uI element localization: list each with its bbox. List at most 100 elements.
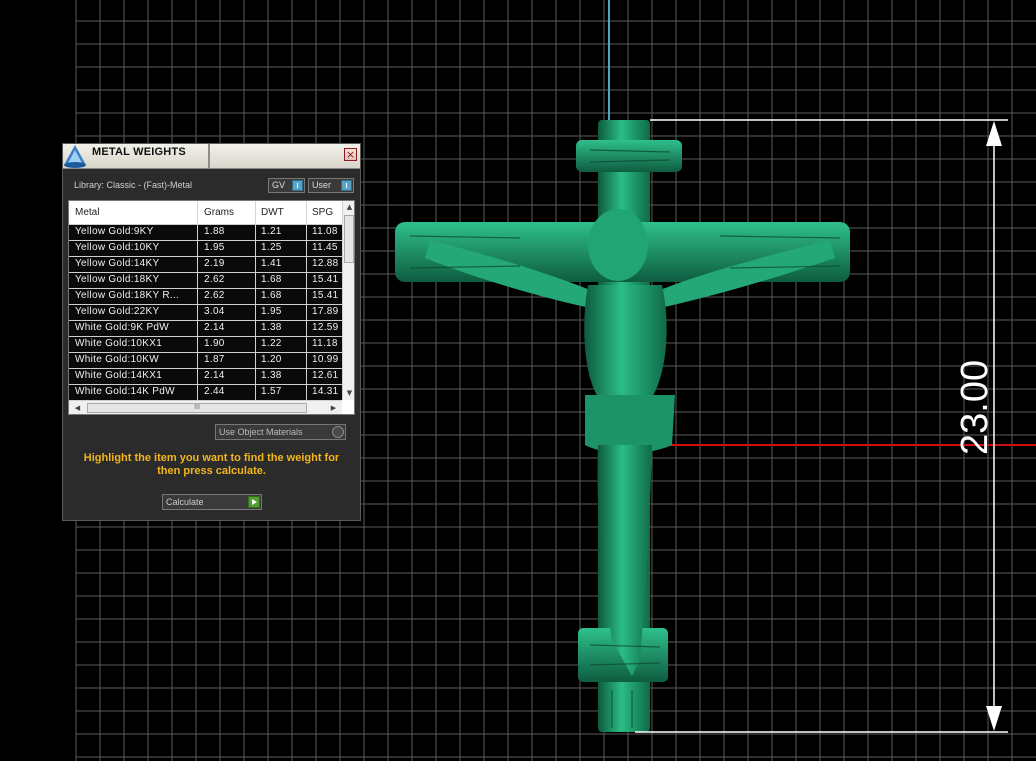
- cell-metal: Yellow Gold:22KY: [75, 306, 160, 317]
- cell-dwt: 1.20: [261, 354, 282, 365]
- metal-table[interactable]: Metal Grams DWT SPG Yellow Gold:9KY 1.88 1…: [68, 200, 355, 415]
- cell-divider: [255, 337, 256, 352]
- cell-divider: [255, 257, 256, 272]
- cell-divider: [197, 385, 198, 400]
- vertical-scrollbar[interactable]: ▲ ▼: [342, 201, 354, 400]
- scroll-up-icon[interactable]: ▲: [343, 201, 354, 213]
- cell-divider: [306, 385, 307, 400]
- scroll-right-icon[interactable]: ▶: [327, 402, 340, 414]
- cell-metal: White Gold:10KX1: [75, 338, 163, 349]
- horizontal-scroll-thumb[interactable]: III: [87, 403, 307, 413]
- cell-divider: [197, 273, 198, 288]
- scroll-down-icon[interactable]: ▼: [343, 387, 354, 399]
- column-divider: [306, 201, 307, 224]
- table-row[interactable]: White Gold:14KX1 2.14 1.38 12.61: [69, 369, 342, 385]
- cell-spg: 12.61: [312, 370, 339, 381]
- cell-divider: [197, 241, 198, 256]
- cell-spg: 14.31: [312, 386, 339, 397]
- column-header-spg[interactable]: SPG: [312, 207, 333, 218]
- cell-dwt: 1.41: [261, 258, 282, 269]
- cell-divider: [255, 225, 256, 240]
- column-header-dwt[interactable]: DWT: [261, 207, 284, 218]
- cell-spg: 11.18: [312, 338, 338, 349]
- column-divider: [197, 201, 198, 224]
- cell-grams: 2.19: [204, 258, 225, 269]
- table-row[interactable]: Yellow Gold:18KY R... 2.62 1.68 15.41: [69, 289, 342, 305]
- cell-grams: 1.87: [204, 354, 225, 365]
- cell-spg: 17.89: [312, 306, 339, 317]
- column-header-grams[interactable]: Grams: [204, 207, 234, 218]
- calculate-button-label: Calculate: [166, 497, 204, 507]
- cell-spg: 15.41: [312, 274, 339, 285]
- table-row[interactable]: Yellow Gold:9KY 1.88 1.21 11.08: [69, 225, 342, 241]
- column-header-metal[interactable]: Metal: [75, 207, 99, 218]
- gv-toggle[interactable]: GV: [268, 178, 305, 193]
- cell-divider: [255, 305, 256, 320]
- cell-dwt: 1.95: [261, 306, 282, 317]
- cell-spg: 11.45: [312, 242, 338, 253]
- materials-select-label: Use Object Materials: [219, 427, 303, 437]
- cell-divider: [306, 369, 307, 384]
- calculate-button[interactable]: Calculate: [162, 494, 262, 510]
- table-row[interactable]: Yellow Gold:18KY 2.62 1.68 15.41: [69, 273, 342, 289]
- table-row[interactable]: White Gold:9K PdW 2.14 1.38 12.59: [69, 321, 342, 337]
- cell-divider: [255, 369, 256, 384]
- cell-divider: [197, 369, 198, 384]
- table-row[interactable]: White Gold:10KX1 1.90 1.22 11.18: [69, 337, 342, 353]
- cell-divider: [255, 289, 256, 304]
- dialog-title: METAL WEIGHTS: [92, 146, 186, 158]
- cell-grams: 1.90: [204, 338, 225, 349]
- cell-dwt: 1.38: [261, 370, 282, 381]
- close-icon[interactable]: ×: [344, 148, 357, 161]
- instruction-text: Highlight the item you want to find the …: [83, 452, 340, 477]
- cell-metal: White Gold:10KW: [75, 354, 159, 365]
- cell-divider: [306, 353, 307, 368]
- crucifix-model[interactable]: [395, 120, 850, 732]
- cell-divider: [306, 337, 307, 352]
- cell-dwt: 1.38: [261, 322, 282, 333]
- cell-spg: 10.99: [312, 354, 339, 365]
- cell-divider: [197, 289, 198, 304]
- cell-grams: 2.44: [204, 386, 225, 397]
- scroll-left-icon[interactable]: ◀: [71, 402, 84, 414]
- cell-grams: 1.95: [204, 242, 225, 253]
- metal-weights-dialog[interactable]: METAL WEIGHTS × Library: Classic - (Fast…: [62, 143, 361, 521]
- cell-grams: 2.14: [204, 322, 225, 333]
- horizontal-scrollbar[interactable]: ◀ III ▶: [69, 400, 342, 414]
- cell-divider: [306, 321, 307, 336]
- cell-spg: 12.88: [312, 258, 339, 269]
- play-icon[interactable]: [248, 496, 260, 508]
- user-toggle[interactable]: User: [308, 178, 354, 193]
- table-row[interactable]: Yellow Gold:10KY 1.95 1.25 11.45: [69, 241, 342, 257]
- cell-divider: [306, 241, 307, 256]
- table-body: Yellow Gold:9KY 1.88 1.21 11.08 Yellow Gold:…: [69, 225, 342, 401]
- cell-divider: [306, 273, 307, 288]
- vertical-scroll-thumb[interactable]: [344, 215, 354, 263]
- cell-metal: Yellow Gold:9KY: [75, 226, 154, 237]
- cell-dwt: 1.68: [261, 290, 282, 301]
- cell-divider: [197, 225, 198, 240]
- cell-divider: [306, 257, 307, 272]
- cell-spg: 15.41: [312, 290, 339, 301]
- cell-grams: 2.14: [204, 370, 225, 381]
- table-row[interactable]: White Gold:10KW 1.87 1.20 10.99: [69, 353, 342, 369]
- table-row[interactable]: Yellow Gold:14KY 2.19 1.41 12.88: [69, 257, 342, 273]
- dialog-titlebar[interactable]: METAL WEIGHTS ×: [63, 144, 360, 169]
- library-label: Library: Classic - (Fast)-Metal: [74, 180, 193, 190]
- cell-divider: [306, 305, 307, 320]
- app-logo-icon: [64, 145, 86, 168]
- cell-metal: Yellow Gold:10KY: [75, 242, 160, 253]
- dropdown-icon[interactable]: [332, 426, 344, 438]
- table-row[interactable]: Yellow Gold:22KY 3.04 1.95 17.89: [69, 305, 342, 321]
- dimension-label: 23.00: [954, 359, 996, 455]
- cell-divider: [197, 305, 198, 320]
- cell-divider: [197, 257, 198, 272]
- cell-divider: [255, 273, 256, 288]
- table-row[interactable]: White Gold:14K PdW 2.44 1.57 14.31: [69, 385, 342, 401]
- cell-spg: 11.08: [312, 226, 338, 237]
- cell-metal: White Gold:9K PdW: [75, 322, 170, 333]
- cell-metal: Yellow Gold:14KY: [75, 258, 160, 269]
- toggle-knob-icon: [292, 180, 303, 191]
- cell-grams: 2.62: [204, 274, 225, 285]
- materials-select[interactable]: Use Object Materials: [215, 424, 346, 440]
